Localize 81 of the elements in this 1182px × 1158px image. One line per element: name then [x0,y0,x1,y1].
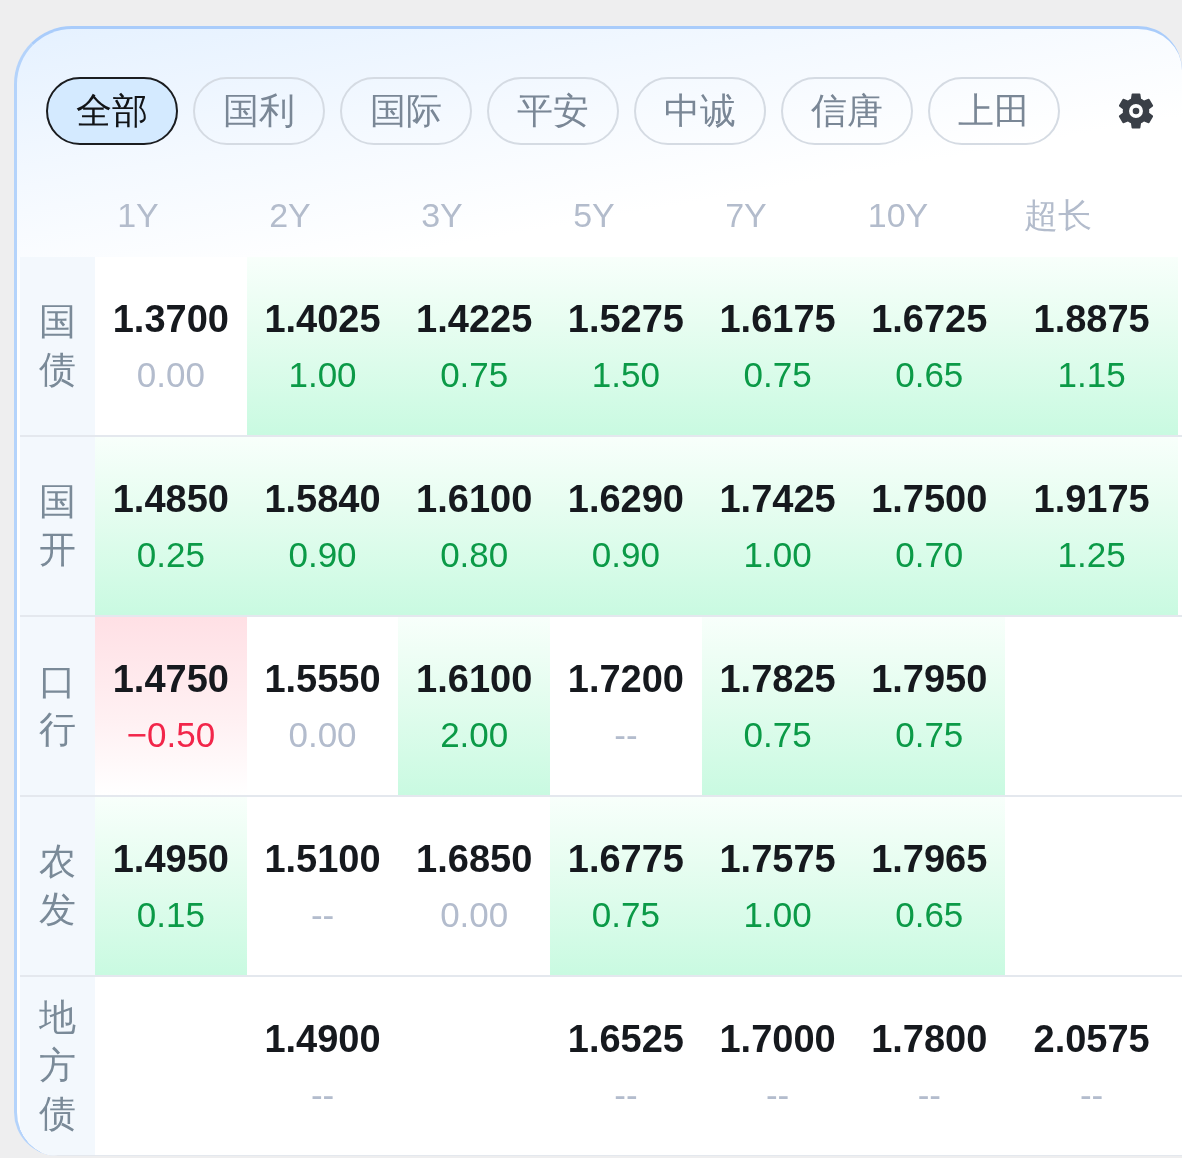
change-value: -- [310,895,335,935]
yield-value: 1.7825 [719,657,836,701]
row-label: 口行 [39,660,76,752]
yield-value: 1.4850 [112,477,229,521]
change-value: 0.00 [136,355,205,395]
yield-value: 1.6100 [416,657,533,701]
column-header: 5Y [573,195,615,236]
yield-value: 1.5275 [567,297,684,341]
change-value: 1.00 [743,895,812,935]
change-value: 0.90 [288,535,357,575]
row-label: 农发 [39,840,76,932]
row-label: 国开 [39,480,76,572]
filter-tab[interactable]: 上田 [928,77,1060,145]
change-value: 0.65 [895,355,964,395]
change-value: -- [614,715,638,755]
change-value: 0.25 [136,535,205,575]
change-value: 1.25 [1057,535,1126,575]
yield-value: 1.7950 [871,657,988,701]
filter-tab[interactable]: 国利 [193,77,325,145]
filter-tab[interactable]: 国际 [340,77,472,145]
change-value: 0.70 [895,535,964,575]
column-header: 10Y [867,195,929,236]
change-value: -- [1079,1075,1104,1115]
yield-value: 1.5840 [264,477,381,521]
change-value: -- [310,1075,335,1115]
change-value: 0.75 [895,715,964,755]
column-header: 2Y [269,195,311,236]
yield-value: 1.6525 [567,1017,684,1061]
row-label: 国债 [39,300,76,392]
yield-value: 1.6175 [719,297,836,341]
yield-value: 1.4025 [264,297,381,341]
yield-value: 1.4750 [112,657,229,701]
yield-value: 1.4950 [112,837,229,881]
change-value: -- [917,1075,941,1115]
yield-value: 1.6850 [416,837,533,881]
yield-value: 1.7000 [719,1017,836,1061]
yield-value: 1.9175 [1033,477,1150,521]
change-value: −0.50 [126,715,216,755]
row-label: 地方债 [39,996,76,1136]
change-value: 0.80 [440,535,509,575]
yield-value: 1.7575 [719,837,836,881]
yield-value: 1.6725 [871,297,988,341]
yield-value: 1.7500 [871,477,988,521]
change-value: 0.65 [895,895,964,935]
yield-value: 1.4900 [264,1017,381,1061]
yield-value: 1.7965 [871,837,988,881]
yield-value: 2.0575 [1033,1017,1150,1061]
yield-value: 1.3700 [112,297,229,341]
yield-value: 1.6775 [567,837,684,881]
yield-value: 1.5100 [264,837,381,881]
yield-value: 1.6290 [567,477,684,521]
change-value: 0.15 [136,895,205,935]
change-value: 1.00 [743,535,812,575]
change-value: 2.00 [440,715,509,755]
change-value: 1.00 [288,355,357,395]
yield-value: 1.7425 [719,477,836,521]
yield-value: 1.6100 [416,477,533,521]
change-value: 0.75 [743,715,812,755]
filter-tab[interactable]: 平安 [487,77,619,145]
change-value: 0.00 [288,715,357,755]
change-value: -- [614,1075,638,1115]
change-value: 0.90 [591,535,660,575]
filter-tab[interactable]: 信唐 [781,77,913,145]
change-value: 0.00 [440,895,509,935]
change-value: 0.75 [591,895,660,935]
yield-value: 1.8875 [1033,297,1150,341]
change-value: 0.75 [743,355,812,395]
yield-value: 1.4225 [416,297,533,341]
yield-value: 1.7800 [871,1017,988,1061]
filter-tab[interactable]: 中诚 [634,77,766,145]
column-header: 1Y [117,195,159,236]
yield-value: 1.5550 [264,657,381,701]
column-header: 7Y [725,195,767,236]
change-value: -- [765,1075,790,1115]
column-header: 3Y [421,195,463,236]
change-value: 0.75 [440,355,509,395]
column-header: 超长 [1024,195,1092,236]
filter-tab[interactable]: 全部 [46,77,178,145]
change-value: 1.15 [1057,355,1126,395]
change-value: 1.50 [591,355,660,395]
yield-value: 1.7200 [567,657,684,701]
